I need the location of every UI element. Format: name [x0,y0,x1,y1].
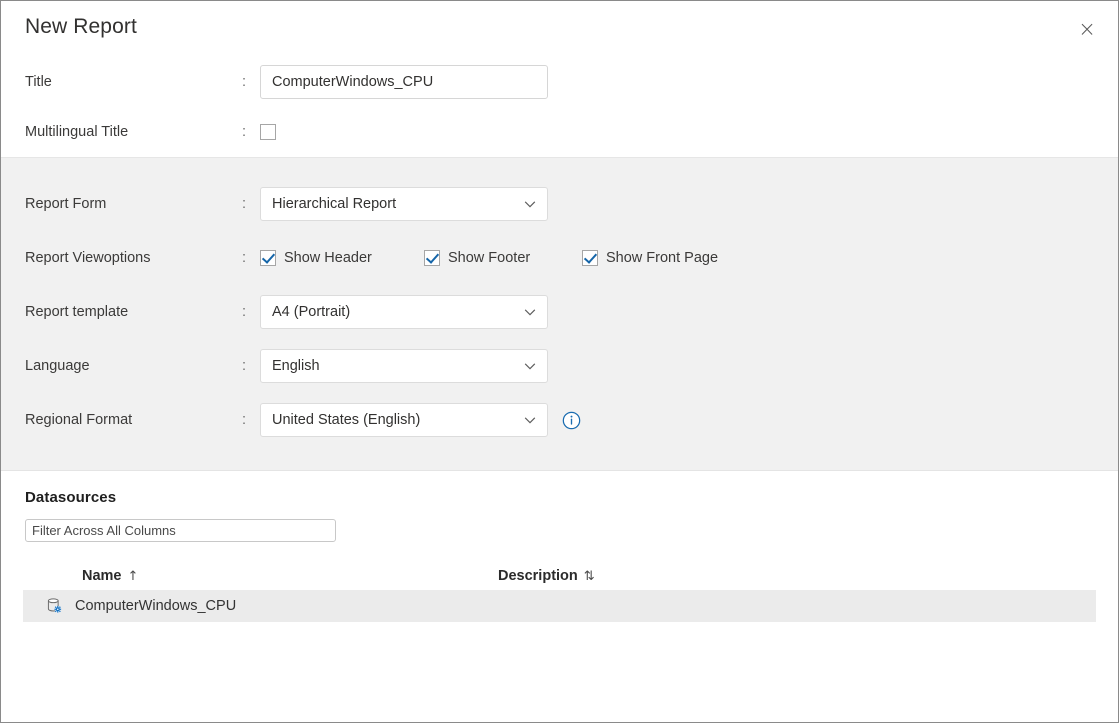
report-settings-panel: Report Form : Hierarchical Report Report… [1,157,1118,471]
database-icon [45,597,63,615]
report-form-value: Hierarchical Report [272,196,523,212]
sort-ascending-icon: ↑ [128,570,139,583]
language-colon: : [242,358,246,374]
table-header-row: Name ↑ Description ⇅ [23,562,1096,590]
column-header-description-label: Description [498,568,578,584]
regional-format-label: Regional Format [25,412,132,428]
column-header-description[interactable]: Description ⇅ [498,568,1096,584]
datasources-filter-input[interactable] [25,519,336,542]
close-button[interactable]: × [1066,9,1108,49]
report-viewoptions-colon: : [242,250,246,266]
dialog-header: New Report × [1,1,1118,57]
close-icon: × [1078,19,1096,40]
regional-format-row: Regional Format : United States (English… [1,393,1118,447]
show-front-page-label: Show Front Page [606,250,718,266]
column-header-name-label: Name [82,568,122,584]
report-viewoptions-label: Report Viewoptions [25,250,150,266]
regional-format-value: United States (English) [272,412,523,428]
datasources-table: Name ↑ Description ⇅ [23,562,1096,622]
show-footer-label: Show Footer [448,250,530,266]
table-cell-name: ComputerWindows_CPU [23,597,498,615]
multilingual-title-colon: : [242,124,246,140]
language-value: English [272,358,523,374]
chevron-down-icon [523,305,537,319]
new-report-dialog: New Report × Title : Multilingual Title … [0,0,1119,723]
report-template-value: A4 (Portrait) [272,304,523,320]
sort-unsorted-icon: ⇅ [584,570,595,583]
report-viewoptions-group: Show Header Show Footer Show Front Page [260,250,718,266]
checkbox-show-header[interactable]: Show Header [260,250,424,266]
regional-format-dropdown[interactable]: United States (English) [260,403,548,437]
page-title: New Report [25,15,137,39]
report-form-row: Report Form : Hierarchical Report [1,177,1118,231]
top-form-section: Title : Multilingual Title : [1,57,1118,157]
datasources-section: Datasources Name ↑ Description ⇅ [1,471,1118,622]
show-header-label: Show Header [284,250,372,266]
chevron-down-icon [523,359,537,373]
title-colon: : [242,74,246,90]
report-template-colon: : [242,304,246,320]
table-row[interactable]: ComputerWindows_CPU [23,590,1096,622]
report-template-label: Report template [25,304,128,320]
report-form-dropdown[interactable]: Hierarchical Report [260,187,548,221]
title-label: Title [25,74,52,90]
show-footer-checkbox[interactable] [424,250,440,266]
chevron-down-icon [523,197,537,211]
title-row: Title : [1,57,1118,107]
datasources-heading: Datasources [25,489,1118,506]
multilingual-title-checkbox[interactable] [260,124,276,140]
language-label: Language [25,358,90,374]
regional-format-colon: : [242,412,246,428]
report-template-dropdown[interactable]: A4 (Portrait) [260,295,548,329]
show-header-checkbox[interactable] [260,250,276,266]
show-front-page-checkbox[interactable] [582,250,598,266]
language-row: Language : English [1,339,1118,393]
multilingual-title-label: Multilingual Title [25,124,128,140]
column-header-name[interactable]: Name ↑ [82,568,498,584]
info-icon[interactable] [562,411,581,430]
title-input[interactable] [260,65,548,99]
report-form-colon: : [242,196,246,212]
report-form-label: Report Form [25,196,106,212]
table-cell-name-text: ComputerWindows_CPU [75,598,236,614]
language-dropdown[interactable]: English [260,349,548,383]
checkbox-show-front-page[interactable]: Show Front Page [582,250,718,266]
checkbox-show-footer[interactable]: Show Footer [424,250,582,266]
multilingual-title-row: Multilingual Title : [1,107,1118,157]
report-viewoptions-row: Report Viewoptions : Show Header Show Fo… [1,231,1118,285]
chevron-down-icon [523,413,537,427]
report-template-row: Report template : A4 (Portrait) [1,285,1118,339]
